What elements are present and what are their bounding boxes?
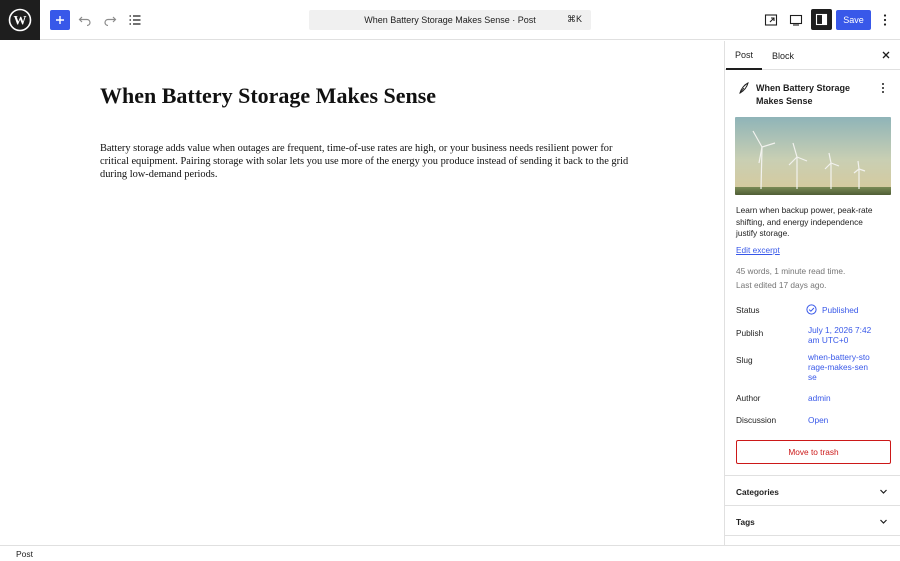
svg-text:W: W <box>14 13 27 28</box>
post-paragraph[interactable]: Battery storage adds value when outages … <box>100 142 630 181</box>
featured-image[interactable] <box>735 117 891 195</box>
editor-canvas[interactable]: When Battery Storage Makes Sense Battery… <box>0 41 724 545</box>
close-sidebar-button[interactable] <box>880 49 892 61</box>
undo-icon <box>78 16 91 27</box>
tags-panel[interactable]: Tags <box>725 505 900 536</box>
undo-button[interactable] <box>74 9 96 31</box>
editor-header: W When Battery Storage Makes Sense · Pos… <box>0 0 900 40</box>
discussion-label: Discussion <box>736 415 777 425</box>
close-icon <box>882 51 890 59</box>
post-excerpt: Learn when backup power, peak-rate shift… <box>736 205 873 238</box>
post-summary-title: When Battery Storage Makes Sense <box>756 83 851 106</box>
wordpress-logo-button[interactable]: W <box>0 0 40 40</box>
move-to-trash-button[interactable]: Move to trash <box>736 440 891 464</box>
chevron-down-icon <box>880 489 887 494</box>
post-actions-button[interactable] <box>877 82 889 94</box>
slug-label: Slug <box>736 355 753 365</box>
author-label: Author <box>736 393 761 403</box>
sidebar-tabs: Post Block <box>725 41 900 70</box>
more-vertical-icon <box>882 83 884 93</box>
edit-excerpt-link[interactable]: Edit excerpt <box>736 245 780 255</box>
preview-device-icon <box>789 14 803 26</box>
author-value[interactable]: admin <box>808 393 831 403</box>
status-label: Status <box>736 305 760 315</box>
publish-label: Publish <box>736 328 764 338</box>
settings-toggle-button[interactable] <box>811 9 832 30</box>
plus-icon <box>56 16 64 24</box>
document-title-bar[interactable]: When Battery Storage Makes Sense · Post … <box>309 10 591 30</box>
view-icon <box>764 14 778 26</box>
more-options-icon <box>883 14 887 26</box>
list-view-icon <box>129 15 141 25</box>
tab-post[interactable]: Post <box>726 41 762 70</box>
more-options-button[interactable] <box>874 9 896 31</box>
document-title: When Battery Storage Makes Sense · Post <box>364 15 536 25</box>
chevron-down-icon <box>880 519 887 524</box>
editor-footer: Post <box>0 545 900 561</box>
view-post-button[interactable] <box>760 9 782 31</box>
categories-panel-label: Categories <box>736 487 779 497</box>
wind-turbines-image <box>735 117 891 195</box>
discussion-value[interactable]: Open <box>808 415 828 425</box>
slug-value[interactable]: when-battery-storage-makes-sense <box>808 352 870 382</box>
categories-panel[interactable]: Categories <box>725 475 900 506</box>
block-inserter-button[interactable] <box>50 10 70 30</box>
tags-panel-label: Tags <box>736 517 755 527</box>
breadcrumb[interactable]: Post <box>16 549 33 559</box>
publish-date[interactable]: July 1, 2026 7:42 am UTC+0 <box>808 325 880 345</box>
device-preview-button[interactable] <box>785 9 807 31</box>
word-count: 45 words, 1 minute read time. <box>736 266 846 276</box>
tab-block[interactable]: Block <box>765 41 801 70</box>
list-view-button[interactable] <box>124 9 146 31</box>
command-shortcut: ⌘K <box>566 14 582 24</box>
status-value[interactable]: Published <box>822 305 858 315</box>
settings-sidebar: Post Block When Battery Storage Makes Se… <box>724 41 900 545</box>
save-button[interactable]: Save <box>836 10 871 30</box>
post-icon <box>739 82 749 94</box>
last-edited: Last edited 17 days ago. <box>736 280 827 290</box>
published-check-icon <box>806 304 817 315</box>
redo-icon <box>104 16 117 27</box>
wordpress-logo-icon: W <box>8 8 32 32</box>
post-title[interactable]: When Battery Storage Makes Sense <box>100 83 660 109</box>
settings-sidebar-icon <box>815 13 828 26</box>
redo-button[interactable] <box>99 9 121 31</box>
